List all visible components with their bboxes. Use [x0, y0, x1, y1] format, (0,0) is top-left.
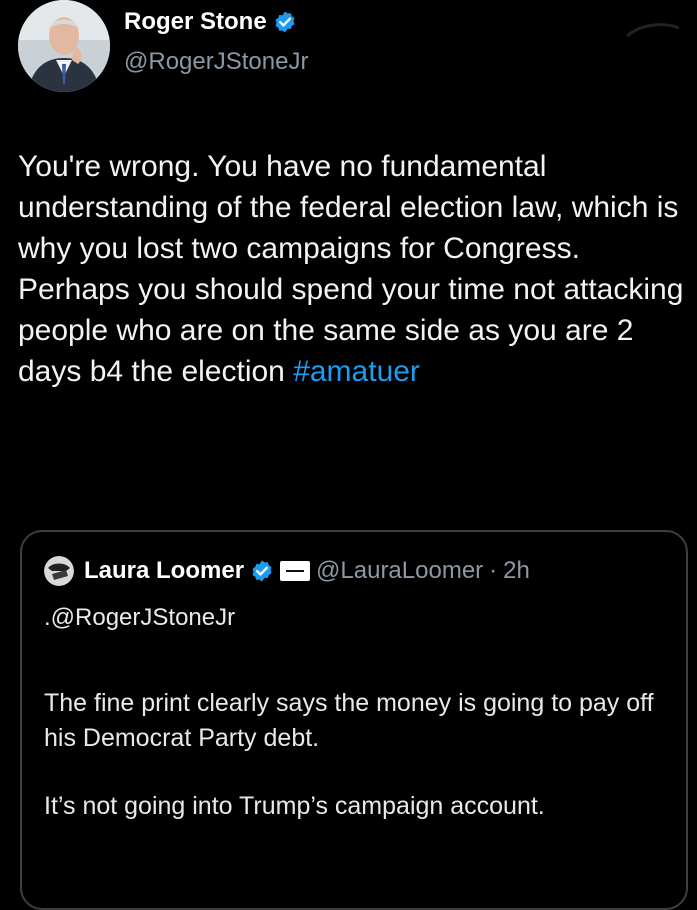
- quoted-tweet-header: Laura Loomer @LauraLoomer · 2h: [44, 556, 530, 586]
- tweet[interactable]: Roger Stone @RogerJStoneJr You're wrong.…: [0, 0, 697, 910]
- author-avatar[interactable]: [18, 0, 110, 92]
- affiliation-badge-icon: [280, 561, 311, 581]
- author-name-row: Roger Stone: [124, 8, 297, 36]
- author-name[interactable]: Roger Stone: [124, 8, 267, 36]
- hashtag-link[interactable]: #amatuer: [293, 355, 420, 388]
- tweet-text-body: You're wrong. You have no fundamental un…: [18, 150, 692, 388]
- watermark-icon: [626, 23, 680, 38]
- verified-badge-icon: [275, 11, 295, 33]
- quoted-paragraph-1: The fine print clearly says the money is…: [44, 689, 654, 752]
- quoted-paragraph-2: It’s not going into Trump’s campaign acc…: [44, 792, 545, 820]
- verified-badge-icon: [252, 560, 272, 582]
- quoted-tweet-text: The fine print clearly says the money is…: [44, 686, 664, 857]
- tweet-text: You're wrong. You have no fundamental un…: [18, 146, 688, 392]
- meta-separator: ·: [489, 557, 498, 584]
- quoted-reply-to: .@RogerJStoneJr: [44, 604, 236, 631]
- quoted-tweet-card[interactable]: Laura Loomer @LauraLoomer · 2h .@RogerJSto…: [20, 530, 688, 910]
- quoted-author-name[interactable]: Laura Loomer: [84, 557, 244, 585]
- author-handle[interactable]: @RogerJStoneJr: [124, 48, 308, 76]
- quoted-author-handle[interactable]: @LauraLoomer: [316, 557, 483, 585]
- quoted-timestamp[interactable]: 2h: [503, 557, 530, 585]
- quoted-author-avatar[interactable]: [44, 556, 74, 586]
